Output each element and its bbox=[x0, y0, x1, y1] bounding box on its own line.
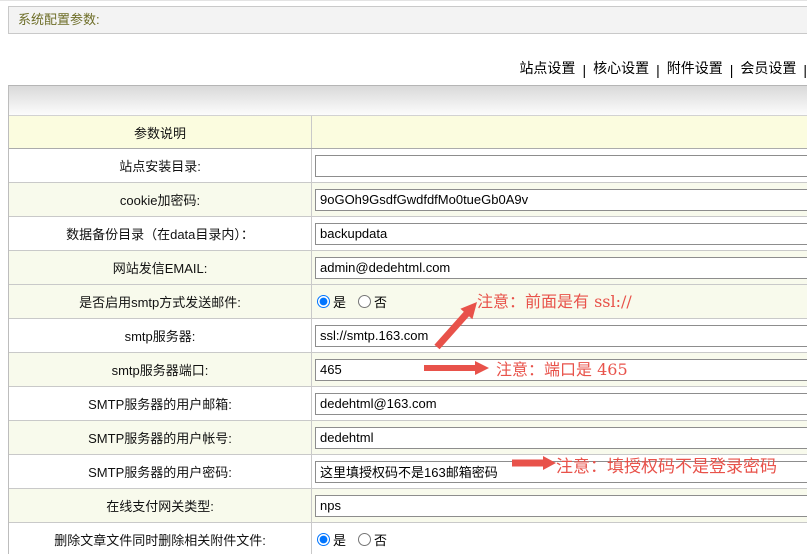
tab-item-2[interactable]: 附件设置 bbox=[667, 58, 723, 78]
table-row: 站点安装目录: bbox=[9, 149, 807, 183]
table-row: SMTP服务器的用户邮箱: bbox=[9, 387, 807, 421]
row-label: smtp服务器端口: bbox=[9, 353, 312, 386]
config-input-10[interactable] bbox=[315, 495, 807, 517]
table-row: 是否启用smtp方式发送邮件: 是 否 bbox=[9, 285, 807, 319]
radio-input[interactable] bbox=[358, 533, 371, 546]
radio-input[interactable] bbox=[317, 295, 330, 308]
config-table: 参数说明 站点安装目录:cookie加密码:数据备份目录（在data目录内）：网… bbox=[9, 116, 807, 554]
tab-separator: | bbox=[656, 62, 660, 78]
tab-item-1[interactable]: 核心设置 bbox=[593, 58, 649, 78]
row-label: smtp服务器: bbox=[9, 319, 312, 352]
config-input-7[interactable] bbox=[315, 393, 807, 415]
column-header-value bbox=[312, 116, 807, 148]
row-value-cell bbox=[312, 217, 807, 250]
table-row: smtp服务器端口: bbox=[9, 353, 807, 387]
tab-item-0[interactable]: 站点设置 bbox=[519, 58, 575, 78]
page-title: 系统配置参数: bbox=[9, 7, 100, 33]
radio-label: 是 bbox=[333, 292, 346, 311]
config-panel: 参数说明 站点安装目录:cookie加密码:数据备份目录（在data目录内）：网… bbox=[8, 85, 807, 554]
radio-option[interactable]: 是 bbox=[315, 292, 346, 311]
column-header-label: 参数说明 bbox=[9, 116, 312, 148]
radio-label: 是 bbox=[333, 530, 346, 549]
row-label: 网站发信EMAIL: bbox=[9, 251, 312, 284]
tab-item-3[interactable]: 会员设置 bbox=[740, 58, 796, 78]
radio-input[interactable] bbox=[317, 533, 330, 546]
row-label: 站点安装目录: bbox=[9, 149, 312, 182]
table-row: SMTP服务器的用户帐号: bbox=[9, 421, 807, 455]
config-input-0[interactable] bbox=[315, 155, 807, 177]
row-label: 在线支付网关类型: bbox=[9, 489, 312, 522]
config-input-1[interactable] bbox=[315, 189, 807, 211]
row-label: 数据备份目录（在data目录内）： bbox=[9, 217, 312, 250]
row-label: cookie加密码: bbox=[9, 183, 312, 216]
radio-option[interactable]: 否 bbox=[356, 530, 387, 549]
tab-separator: | bbox=[582, 62, 586, 78]
row-value-cell: 是否 bbox=[312, 523, 807, 554]
row-label: 是否启用smtp方式发送邮件: bbox=[9, 285, 312, 318]
settings-tabs: 站点设置 | 核心设置 | 附件设置 | 会员设置 | bbox=[8, 34, 807, 88]
config-input-8[interactable] bbox=[315, 427, 807, 449]
row-value-cell bbox=[312, 183, 807, 216]
table-row: 删除文章文件同时删除相关附件文件:是否 bbox=[9, 523, 807, 554]
tab-separator: | bbox=[730, 62, 734, 78]
annotation-note-password: 注意：填授权码不是登录密码 bbox=[556, 452, 777, 477]
table-row: cookie加密码: bbox=[9, 183, 807, 217]
row-label: SMTP服务器的用户邮箱: bbox=[9, 387, 312, 420]
tab-separator: | bbox=[803, 62, 807, 78]
radio-input[interactable] bbox=[358, 295, 371, 308]
table-row: 网站发信EMAIL: bbox=[9, 251, 807, 285]
config-input-3[interactable] bbox=[315, 257, 807, 279]
table-header-row: 参数说明 bbox=[9, 116, 807, 149]
row-label: 删除文章文件同时删除相关附件文件: bbox=[9, 523, 312, 554]
table-row: 在线支付网关类型: bbox=[9, 489, 807, 523]
radio-label: 否 bbox=[374, 530, 387, 549]
row-value-cell bbox=[312, 251, 807, 284]
annotation-note-port: 注意：端口是 465 bbox=[496, 356, 628, 380]
config-input-2[interactable] bbox=[315, 223, 807, 245]
radio-label: 否 bbox=[374, 292, 387, 311]
radio-option[interactable]: 是 bbox=[315, 530, 346, 549]
toolbar-band bbox=[9, 86, 807, 116]
row-value-cell bbox=[312, 387, 807, 420]
row-value-cell bbox=[312, 489, 807, 522]
page: 系统配置参数: 站点设置 | 核心设置 | 附件设置 | 会员设置 | 参数说明 站点安装目录… bbox=[0, 0, 807, 554]
row-label: SMTP服务器的用户密码: bbox=[9, 455, 312, 488]
row-value-cell bbox=[312, 149, 807, 182]
radio-option[interactable]: 否 bbox=[356, 292, 387, 311]
row-value-cell bbox=[312, 319, 807, 352]
config-input-5[interactable] bbox=[315, 325, 807, 347]
table-row: smtp服务器: bbox=[9, 319, 807, 353]
row-value-cell bbox=[312, 421, 807, 454]
page-header: 系统配置参数: bbox=[8, 6, 807, 34]
row-label: SMTP服务器的用户帐号: bbox=[9, 421, 312, 454]
table-row: 数据备份目录（在data目录内）： bbox=[9, 217, 807, 251]
annotation-note-ssl: 注意：前面是有 ssl:// bbox=[477, 288, 632, 312]
